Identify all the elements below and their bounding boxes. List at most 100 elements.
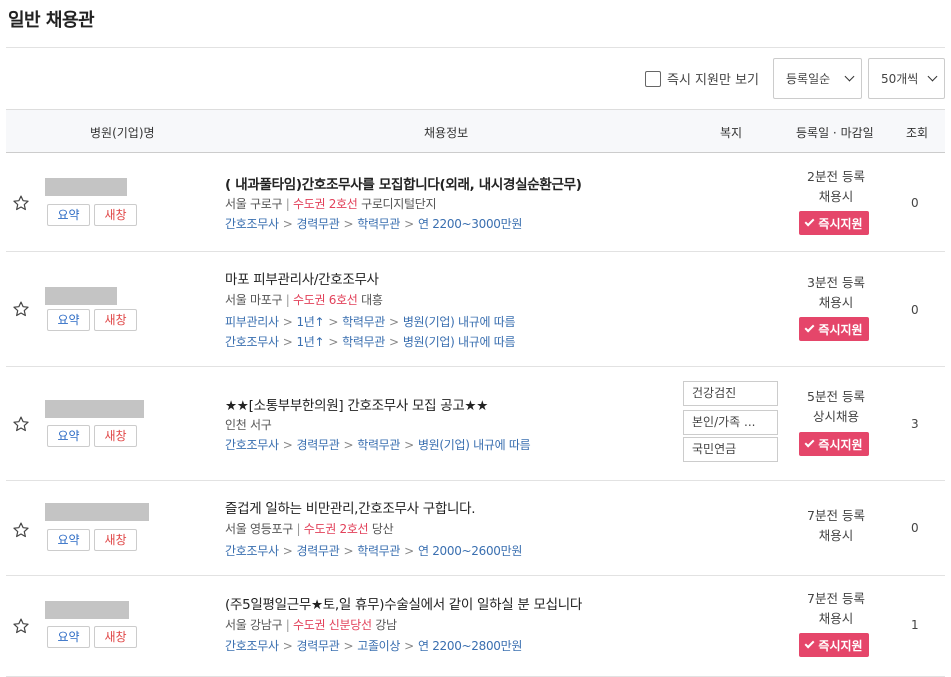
condition-item: 연 2000~2600만원 [417, 544, 523, 558]
sort-select-value: 등록일순 [786, 72, 831, 86]
instant-only-checkbox[interactable] [645, 70, 661, 87]
instant-apply-button[interactable]: 즉시지원 [799, 317, 869, 341]
job-conditions: 피부관리사 >1년↑ > 학력무관 > 병원(기업) 내규에 따름 [225, 313, 516, 330]
chevron-right-icon: > [282, 315, 293, 329]
condition-item: 1년↑ [296, 335, 325, 349]
deadline: 채용시 [818, 295, 854, 310]
header-welfare: 복지 [720, 126, 743, 140]
date-info: 7분전 등록채용시 [785, 589, 887, 629]
summary-button[interactable]: 요약 [47, 309, 90, 331]
sort-select[interactable]: 등록일순 [773, 58, 862, 99]
instant-apply-button[interactable]: 즉시지원 [799, 211, 869, 235]
job-location: 인천 서구 [225, 416, 272, 433]
job-row: 요약 새창 ( 내과풀타임)간호조무사를 모집합니다(외래, 내시경실순환근무) 서울… [6, 153, 945, 252]
star-icon[interactable] [12, 617, 30, 635]
company-logo [45, 178, 127, 196]
subway-station: 당산 [371, 522, 394, 536]
new-window-button[interactable]: 새창 [94, 309, 137, 331]
posted-time: 3분전 등록 [807, 275, 865, 290]
star-icon[interactable] [12, 521, 30, 539]
instant-apply-button[interactable]: 즉시지원 [799, 633, 869, 657]
star-icon[interactable] [12, 300, 30, 318]
welfare-tag: 본인/가족 ... [683, 410, 778, 435]
chevron-right-icon: > [282, 544, 293, 558]
instant-only-toggle[interactable]: 즉시 지원만 보기 [645, 69, 759, 88]
job-title-link[interactable]: ★★[소통부부한의원] 간호조무사 모집 공고★★ [225, 394, 488, 414]
chevron-right-icon: > [389, 315, 399, 329]
title-divider [6, 47, 945, 48]
summary-button[interactable]: 요약 [47, 529, 90, 551]
location-area: 서울 영등포구 [225, 522, 293, 536]
welfare-tag: 건강검진 [683, 381, 778, 406]
posted-time: 7분전 등록 [807, 591, 865, 606]
location-separator: | [285, 197, 290, 211]
subway-station: 강남 [375, 618, 397, 632]
view-count: 0 [911, 303, 919, 317]
job-row: 요약 새창 ★★[소통부부한의원] 간호조무사 모집 공고★★ 인천 서구간호조무사 >… [6, 367, 945, 481]
job-row: 요약 새창 마포 피부관리사/간호조무사서울 마포구 | 수도권 6호선 대흥피부관… [6, 252, 945, 367]
company-logo [45, 601, 129, 619]
table-header: 병원(기업)명 채용정보 복지 등록일 · 마감일 조회 [6, 109, 945, 153]
new-window-button[interactable]: 새창 [94, 204, 137, 226]
chevron-right-icon: > [389, 335, 399, 349]
location-area: 서울 강남구 [225, 618, 283, 632]
view-count: 3 [911, 417, 919, 431]
posted-time: 7분전 등록 [807, 508, 865, 523]
location-separator: | [285, 293, 290, 307]
instant-apply-label: 즉시지원 [818, 638, 863, 653]
location-area: 서울 구로구 [225, 197, 283, 211]
summary-button[interactable]: 요약 [47, 626, 90, 648]
deadline: 채용시 [818, 611, 854, 626]
job-location: 서울 마포구 | 수도권 6호선 대흥 [225, 291, 383, 308]
job-title-link[interactable]: ( 내과풀타임)간호조무사를 모집합니다(외래, 내시경실순환근무) [225, 173, 582, 193]
company-logo [45, 400, 144, 418]
job-title-link[interactable]: 즐겁게 일하는 비만관리,간호조무사 구합니다. [225, 497, 476, 517]
filter-bar: 즉시 지원만 보기 등록일순 50개씩 [645, 58, 945, 99]
chevron-right-icon: > [404, 217, 414, 231]
chevron-right-icon: > [343, 544, 354, 558]
chevron-right-icon: > [328, 335, 339, 349]
chevron-right-icon: > [343, 438, 354, 452]
header-company: 병원(기업)명 [90, 126, 155, 140]
condition-item: 병원(기업) 내규에 따름 [402, 335, 516, 349]
job-title-link[interactable]: 마포 피부관리사/간호조무사 [225, 268, 379, 288]
instant-apply-button[interactable]: 즉시지원 [799, 432, 869, 456]
header-views: 조회 [906, 126, 929, 140]
condition-item: 간호조무사 [225, 335, 279, 349]
job-conditions: 간호조무사 > 경력무관 > 학력무관 > 연 2000~2600만원 [225, 542, 522, 559]
posted-time: 5분전 등록 [807, 389, 865, 404]
date-info: 7분전 등록 채용시 [785, 506, 887, 546]
page-size-select[interactable]: 50개씩 [868, 58, 945, 99]
date-info: 2분전 등록 채용시 [785, 167, 887, 207]
chevron-right-icon: > [282, 438, 293, 452]
job-location: 서울 구로구 | 수도권 2호선 구로디지털단지 [225, 195, 437, 212]
condition-item: 간호조무사 [225, 217, 279, 231]
subway-line: 수도권 신분당선 [293, 618, 372, 632]
new-window-button[interactable]: 새창 [94, 626, 137, 648]
job-row: 요약 새창 즐겁게 일하는 비만관리,간호조무사 구합니다. 서울 영등포구 | 수도… [6, 481, 945, 576]
condition-item: 연 2200~2800만원 [417, 639, 523, 653]
summary-button[interactable]: 요약 [47, 425, 90, 447]
star-icon[interactable] [12, 194, 30, 212]
company-logo [45, 503, 149, 521]
summary-button[interactable]: 요약 [47, 204, 90, 226]
job-title-link[interactable]: (주5일평일근무★토,일 휴무)수술실에서 같이 일하실 분 모십니다 [225, 593, 582, 613]
subway-station: 구로디지털단지 [361, 197, 437, 211]
condition-item: 경력무관 [296, 639, 340, 653]
job-conditions: 간호조무사 > 경력무관 > 학력무관 > 병원(기업) 내규에 따름 [225, 436, 531, 453]
instant-apply-label: 즉시지원 [818, 437, 863, 452]
check-icon [804, 216, 815, 227]
subway-line: 수도권 2호선 [293, 197, 358, 211]
job-conditions: 간호조무사 > 경력무관 > 학력무관 > 연 2200~3000만원 [225, 215, 522, 232]
condition-item: 피부관리사 [225, 315, 279, 329]
instant-only-label: 즉시 지원만 보기 [667, 73, 759, 88]
star-icon[interactable] [12, 415, 30, 433]
chevron-right-icon: > [328, 315, 339, 329]
new-window-button[interactable]: 새창 [94, 529, 137, 551]
condition-item: 간호조무사 [225, 544, 279, 558]
condition-item: 병원(기업) 내규에 따름 [402, 315, 516, 329]
view-count: 1 [911, 618, 919, 632]
page-size-select-value: 50개씩 [881, 72, 919, 86]
new-window-button[interactable]: 새창 [94, 425, 137, 447]
check-icon [804, 638, 815, 649]
